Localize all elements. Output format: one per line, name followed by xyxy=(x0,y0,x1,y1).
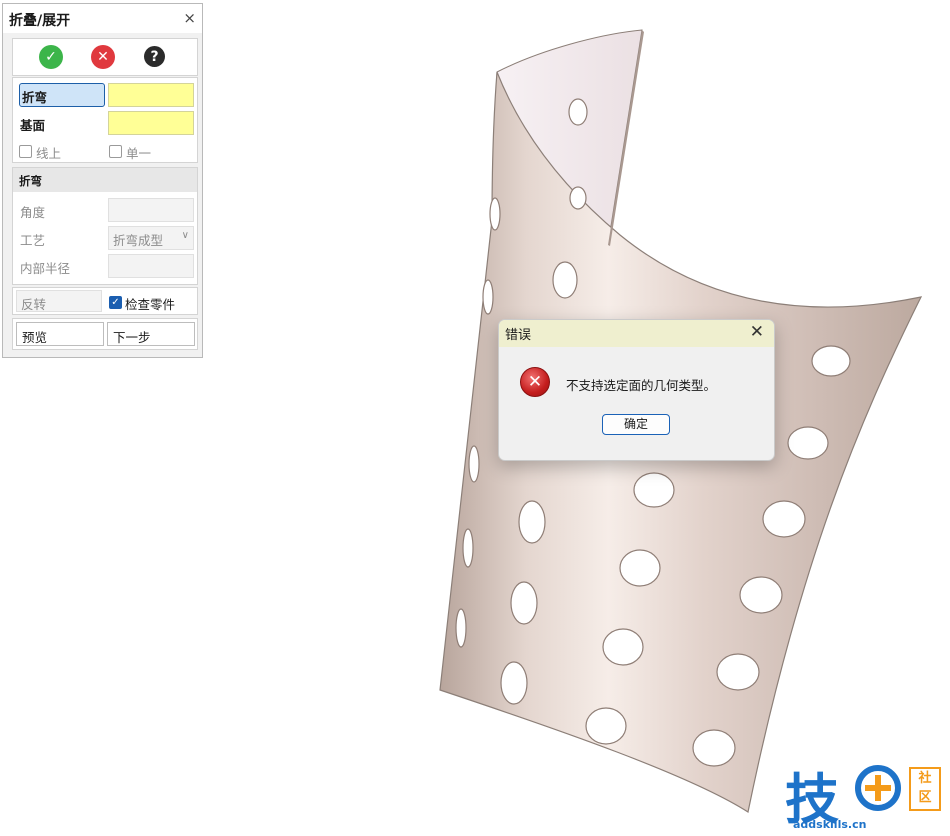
ok-icon[interactable]: ✓ xyxy=(39,45,63,69)
watermark-community-box: 社 区 xyxy=(909,767,941,811)
watermark-url: addskills.cn xyxy=(793,818,867,831)
base-face-selection-field[interactable] xyxy=(108,111,194,135)
dialog-title: 错误 xyxy=(505,328,532,343)
help-icon[interactable]: ? xyxy=(144,46,165,67)
inner-radius-label: 内部半径 xyxy=(20,261,71,276)
panel-title-bar: 折叠/展开 × xyxy=(3,4,202,33)
reverse-button[interactable]: 反转 xyxy=(16,290,102,312)
watermark-plus-icon xyxy=(855,765,901,811)
angle-field[interactable] xyxy=(108,198,194,222)
chevron-down-icon: ∨ xyxy=(181,230,189,241)
watermark-logo: 技 社 区 addskills.cn xyxy=(785,757,945,833)
on-line-checkbox[interactable] xyxy=(19,145,32,158)
fold-unfold-panel: 折叠/展开 × ✓ ✕ ? 折弯 基面 线上 单一 折弯 角度 工艺 折弯成型 … xyxy=(2,3,203,358)
inner-radius-field[interactable] xyxy=(108,254,194,278)
dialog-close-icon[interactable]: ✕ xyxy=(750,322,764,342)
on-line-label: 线上 xyxy=(36,146,62,161)
panel-close-icon[interactable]: × xyxy=(183,9,196,27)
check-part-label: 检查零件 xyxy=(125,297,176,312)
bottom-buttons: 预览 下一步 xyxy=(12,318,198,350)
bend-section-header[interactable]: 折弯 xyxy=(13,168,197,192)
process-label: 工艺 xyxy=(20,233,46,248)
action-toolbar: ✓ ✕ ? xyxy=(12,38,198,76)
error-message: 不支持选定面的几何类型。 xyxy=(566,378,717,393)
preview-button[interactable]: 预览 xyxy=(16,322,104,346)
next-step-button[interactable]: 下一步 xyxy=(107,322,195,346)
selection-group: 折弯 基面 线上 单一 xyxy=(12,77,198,163)
error-dialog: 错误 ✕ ✕ 不支持选定面的几何类型。 确定 xyxy=(498,319,775,461)
check-part-checkbox[interactable]: ✓ xyxy=(109,296,122,309)
angle-label: 角度 xyxy=(20,205,46,220)
cancel-icon[interactable]: ✕ xyxy=(91,45,115,69)
base-face-label[interactable]: 基面 xyxy=(20,115,45,134)
single-label: 单一 xyxy=(126,146,152,161)
process-dropdown[interactable]: 折弯成型 ∨ xyxy=(108,226,194,250)
bend-selection-field[interactable] xyxy=(108,83,194,107)
panel-title: 折叠/展开 xyxy=(9,13,71,29)
error-icon: ✕ xyxy=(520,367,550,397)
dialog-ok-button[interactable]: 确定 xyxy=(602,414,670,435)
options-group: 反转 ✓ 检查零件 xyxy=(12,287,198,315)
dialog-title-bar[interactable]: 错误 ✕ xyxy=(499,320,774,347)
bend-parameters-group: 折弯 角度 工艺 折弯成型 ∨ 内部半径 xyxy=(12,167,198,285)
bend-select-button[interactable]: 折弯 xyxy=(19,83,105,107)
single-checkbox[interactable] xyxy=(109,145,122,158)
